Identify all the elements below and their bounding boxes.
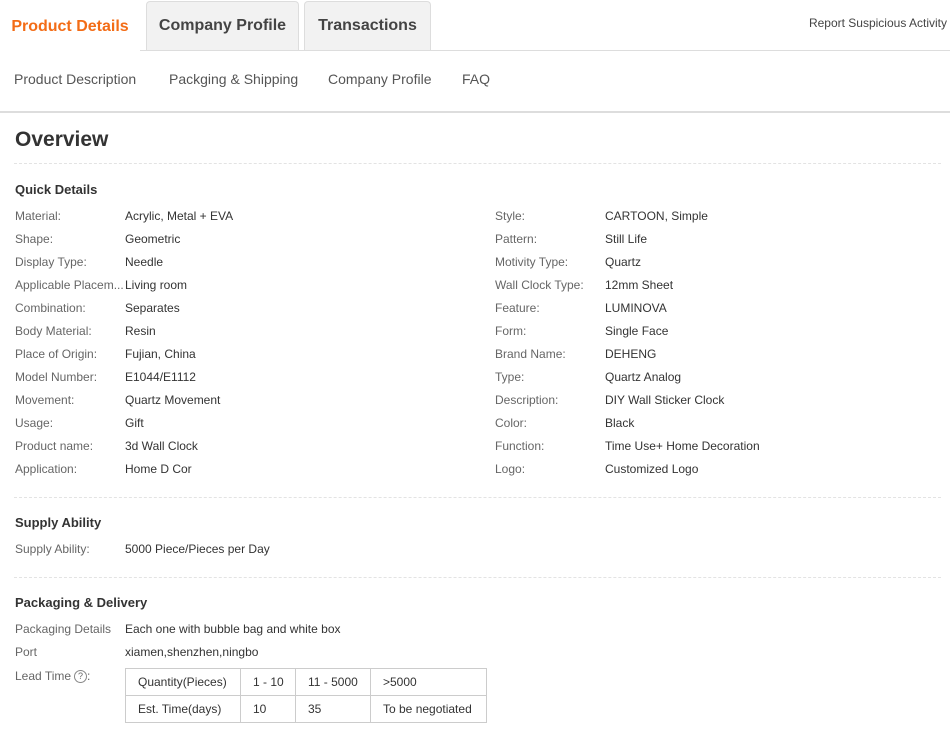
- detail-label: Style:: [495, 209, 526, 223]
- detail-label: Supply Ability:: [15, 542, 90, 556]
- detail-value: E1044/E1112: [125, 370, 196, 384]
- detail-value: Still Life: [605, 232, 648, 246]
- table-row: Est. Time(days) 10 35 To be negotiated: [125, 695, 487, 723]
- detail-label: Wall Clock Type:: [495, 278, 584, 292]
- detail-value: xiamen,shenzhen,ningbo: [125, 645, 259, 659]
- table-cell: Quantity(Pieces): [125, 668, 241, 696]
- detail-value: 3d Wall Clock: [125, 439, 198, 453]
- quick-details-title: Quick Details: [15, 182, 98, 197]
- divider: [14, 163, 941, 164]
- detail-label: Material:: [15, 209, 62, 223]
- lead-time-label-wrap: Lead Time?:: [15, 669, 125, 684]
- detail-value: CARTOON, Simple: [605, 209, 708, 223]
- detail-value: Living room: [125, 278, 188, 292]
- detail-label: Applicable Placem...: [15, 278, 124, 292]
- detail-label: Body Material:: [15, 324, 92, 338]
- table-cell: Est. Time(days): [125, 695, 241, 723]
- detail-label: Movement:: [15, 393, 75, 407]
- detail-value: LUMINOVA: [605, 301, 667, 315]
- section-nav: Product Description Packging & Shipping …: [0, 51, 950, 113]
- detail-value: Acrylic, Metal + EVA: [125, 209, 234, 223]
- packaging-delivery-title: Packaging & Delivery: [15, 595, 148, 610]
- detail-label: Description:: [495, 393, 559, 407]
- detail-label: Combination:: [15, 301, 86, 315]
- detail-label: Type:: [495, 370, 525, 384]
- detail-value: Geometric: [125, 232, 181, 246]
- help-icon[interactable]: ?: [74, 670, 88, 684]
- nav-product-description[interactable]: Product Description: [14, 71, 136, 87]
- detail-value: Gift: [125, 416, 144, 430]
- detail-value: Time Use+ Home Decoration: [605, 439, 760, 453]
- divider: [14, 577, 941, 578]
- lead-time-colon: :: [87, 669, 91, 683]
- table-cell: 10: [240, 695, 296, 723]
- detail-value: Separates: [125, 301, 180, 315]
- detail-value: 12mm Sheet: [605, 278, 674, 292]
- detail-label: Model Number:: [15, 370, 98, 384]
- detail-value: Customized Logo: [605, 462, 699, 476]
- nav-packaging-shipping[interactable]: Packging & Shipping: [169, 71, 298, 87]
- detail-label: Place of Origin:: [15, 347, 98, 361]
- supply-ability-title: Supply Ability: [15, 515, 102, 530]
- lead-time-label: Lead Time: [15, 669, 72, 683]
- tab-product-details[interactable]: Product Details: [0, 1, 140, 51]
- detail-value: Quartz Analog: [605, 370, 682, 384]
- detail-value: Needle: [125, 255, 164, 269]
- detail-label: Shape:: [15, 232, 54, 246]
- table-row: Quantity(Pieces) 1 - 10 11 - 5000 >5000: [125, 668, 487, 696]
- overview-title: Overview: [15, 128, 109, 151]
- detail-value: 5000 Piece/Pieces per Day: [125, 542, 270, 556]
- tab-transactions[interactable]: Transactions: [304, 1, 431, 50]
- detail-label: Function:: [495, 439, 545, 453]
- detail-value: Each one with bubble bag and white box: [125, 622, 341, 636]
- table-cell: To be negotiated: [370, 695, 487, 723]
- nav-faq[interactable]: FAQ: [462, 71, 490, 87]
- detail-value: Resin: [125, 324, 156, 338]
- detail-value: Home D Cor: [125, 462, 192, 476]
- detail-label: Color:: [495, 416, 528, 430]
- detail-label: Feature:: [495, 301, 540, 315]
- detail-value: Fujian, China: [125, 347, 196, 361]
- detail-label: Port: [15, 645, 38, 659]
- detail-label: Product name:: [15, 439, 94, 453]
- detail-value: DIY Wall Sticker Clock: [605, 393, 725, 407]
- nav-company-profile[interactable]: Company Profile: [328, 71, 432, 87]
- detail-label: Pattern:: [495, 232, 538, 246]
- report-suspicious-link[interactable]: Report Suspicious Activity: [809, 16, 947, 30]
- detail-label: Motivity Type:: [495, 255, 569, 269]
- tab-company-profile[interactable]: Company Profile: [146, 1, 299, 50]
- detail-value: Quartz Movement: [125, 393, 221, 407]
- detail-label: Usage:: [15, 416, 54, 430]
- detail-label: Brand Name:: [495, 347, 566, 361]
- detail-label: Packaging Details: [15, 622, 112, 636]
- detail-label: Form:: [495, 324, 527, 338]
- detail-value: Black: [605, 416, 635, 430]
- detail-label: Logo:: [495, 462, 526, 476]
- divider: [14, 497, 941, 498]
- table-cell: 35: [295, 695, 371, 723]
- table-cell: 1 - 10: [240, 668, 296, 696]
- lead-time-table: Quantity(Pieces) 1 - 10 11 - 5000 >5000 …: [125, 668, 487, 723]
- tab-bar: Product Details Company Profile Transact…: [0, 0, 950, 51]
- table-cell: >5000: [370, 668, 487, 696]
- detail-value: Single Face: [605, 324, 669, 338]
- detail-label: Application:: [15, 462, 78, 476]
- detail-value: DEHENG: [605, 347, 657, 361]
- detail-value: Quartz: [605, 255, 642, 269]
- table-cell: 11 - 5000: [295, 668, 371, 696]
- detail-label: Display Type:: [15, 255, 87, 269]
